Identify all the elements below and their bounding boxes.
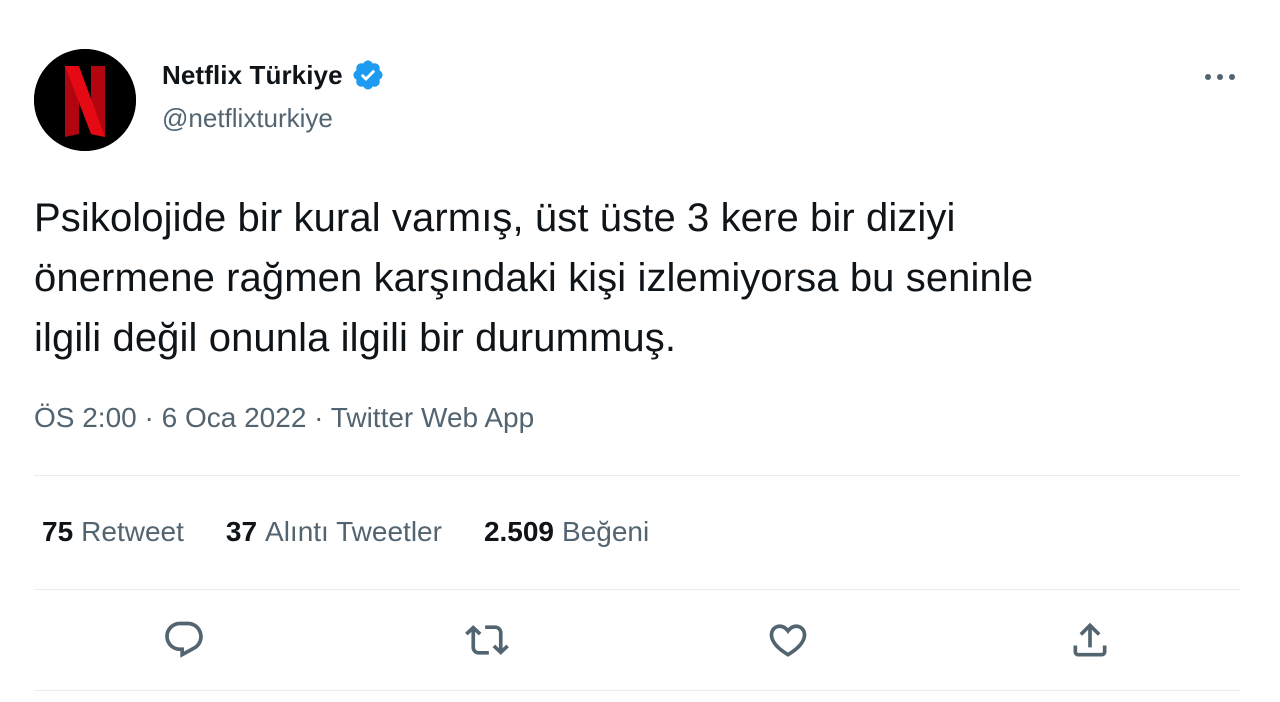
tweet-meta: ÖS 2:00 · 6 Oca 2022 · Twitter Web App <box>34 402 534 434</box>
tweet-time[interactable]: ÖS 2:00 <box>34 402 137 433</box>
quotes-label: Alıntı Tweetler <box>265 516 442 547</box>
likes-count: 2.509 <box>483 516 555 547</box>
tweet-text-line: önermene rağmen karşındaki kişi izlemiyo… <box>34 256 1034 300</box>
tweet-date[interactable]: 6 Oca 2022 <box>162 402 307 433</box>
retweets-stat[interactable]: 75 Retweet <box>42 516 184 548</box>
retweets-count: 75 <box>42 516 74 547</box>
author-handle[interactable]: @netflixturkiye <box>162 103 333 134</box>
tweet-card: Netflix Türkiye @netflixturkiye Psikoloj… <box>0 0 1280 702</box>
retweet-icon[interactable] <box>465 618 509 662</box>
tweet-text-line: Psikolojide bir kural varmış, üst üste 3… <box>34 196 956 240</box>
meta-separator: · <box>136 402 162 433</box>
divider <box>34 589 1240 590</box>
likes-label: Beğeni <box>562 516 650 547</box>
share-icon[interactable] <box>1068 618 1112 662</box>
verified-badge-icon <box>351 58 385 92</box>
tweet-text-line: ilgili değil onunla ilgili bir durummuş. <box>34 316 677 360</box>
author-display-name[interactable]: Netflix Türkiye <box>162 60 343 91</box>
avatar[interactable] <box>34 49 136 151</box>
quotes-stat[interactable]: 37 Alıntı Tweetler <box>226 516 442 548</box>
divider <box>34 475 1240 476</box>
like-icon[interactable] <box>766 618 810 662</box>
tweet-stats: 75 Retweet 37 Alıntı Tweetler 2.509 Beğeni <box>42 516 691 548</box>
reply-icon[interactable] <box>162 618 206 662</box>
more-options-icon[interactable] <box>1198 60 1242 94</box>
netflix-logo-icon <box>34 49 136 151</box>
quotes-count: 37 <box>225 516 258 547</box>
likes-stat[interactable]: 2.509 Beğeni <box>484 516 649 548</box>
tweet-text: Psikolojide bir kural varmış, üst üste 3… <box>34 188 1254 368</box>
meta-separator: · <box>306 402 331 433</box>
tweet-source[interactable]: Twitter Web App <box>331 402 534 433</box>
author-name-row: Netflix Türkiye <box>162 58 385 92</box>
divider <box>34 690 1240 691</box>
retweets-label: Retweet <box>81 516 184 547</box>
